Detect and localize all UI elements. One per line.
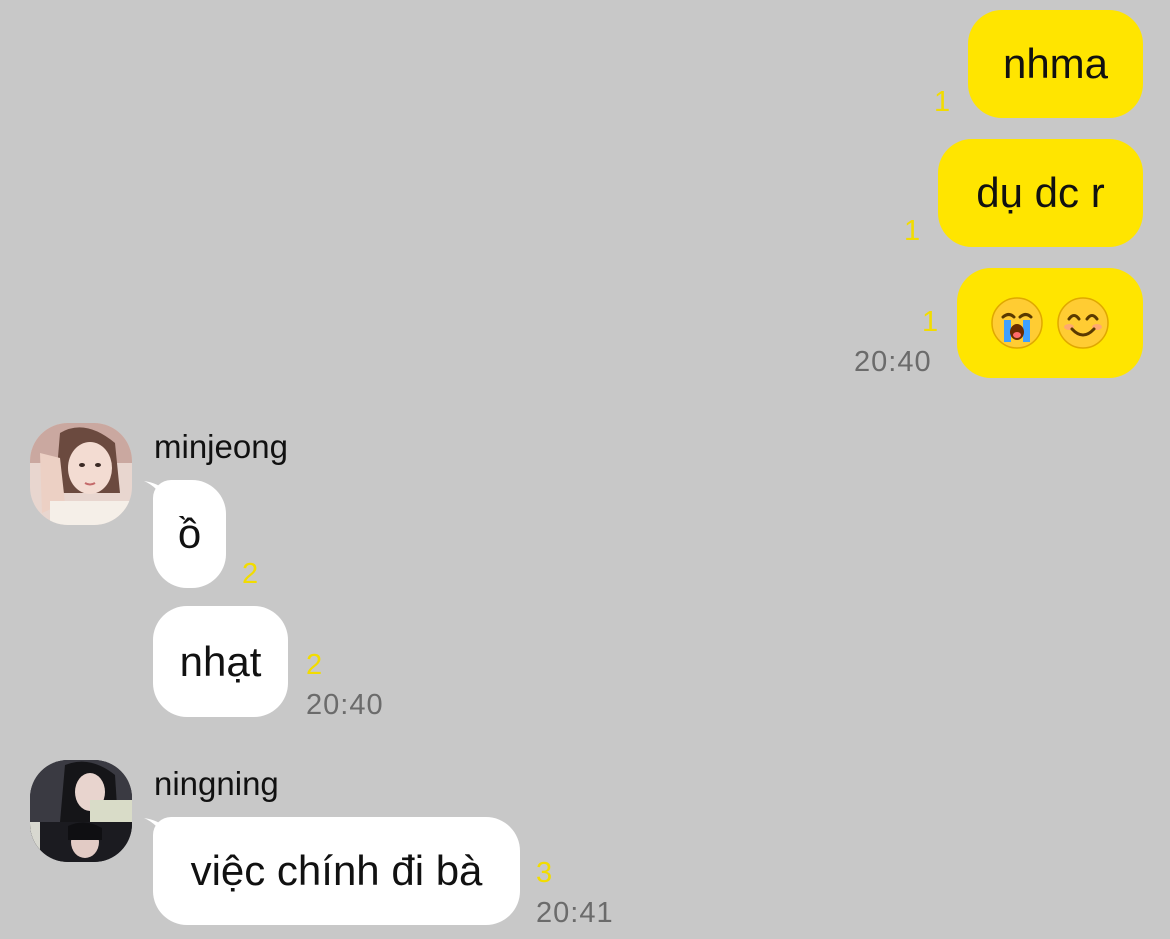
message-timestamp: 20:40 — [306, 689, 384, 721]
loudly-crying-face-icon — [991, 297, 1043, 349]
message-text: dụ dc r — [976, 169, 1105, 216]
unread-count: 2 — [242, 558, 259, 590]
message-timestamp: 20:41 — [536, 897, 614, 929]
message-text: nhma — [1002, 40, 1109, 87]
avatar[interactable] — [30, 760, 132, 862]
sender-name: ningning — [154, 765, 279, 802]
message-text: việc chính đi bà — [190, 847, 483, 894]
sender-name: minjeong — [154, 428, 288, 465]
unread-count: 2 — [306, 649, 323, 681]
outgoing-message-bubble[interactable]: dụ dc r — [938, 139, 1143, 247]
message-text: nhạt — [179, 637, 262, 685]
outgoing-emoji-bubble[interactable] — [957, 268, 1143, 378]
incoming-message-bubble[interactable]: ồ — [153, 480, 226, 588]
unread-count: 1 — [922, 306, 939, 338]
incoming-message-bubble[interactable]: việc chính đi bà — [153, 817, 520, 925]
unread-count: 1 — [904, 215, 921, 247]
smiling-face-icon — [1057, 297, 1109, 349]
incoming-message-bubble[interactable]: nhạt — [153, 606, 288, 717]
avatar[interactable] — [30, 423, 132, 525]
message-text: ồ — [177, 510, 202, 557]
outgoing-message-bubble[interactable]: nhma — [968, 10, 1143, 118]
unread-count: 1 — [934, 86, 951, 118]
profile-photo-icon — [30, 760, 132, 862]
profile-photo-icon — [30, 423, 132, 525]
unread-count: 3 — [536, 857, 553, 889]
message-timestamp: 20:40 — [854, 346, 932, 378]
